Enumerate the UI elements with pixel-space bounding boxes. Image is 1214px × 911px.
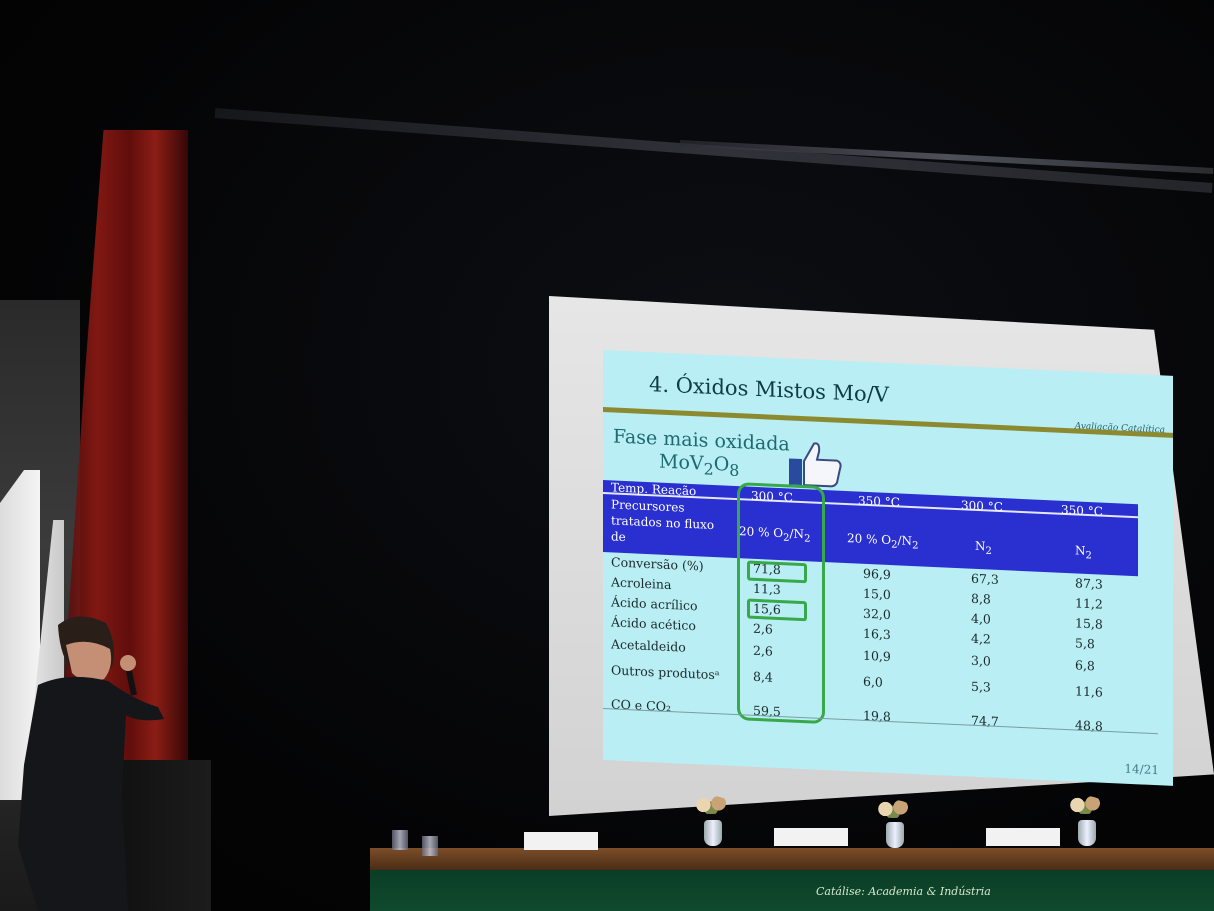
- table-cell: 8,8: [971, 590, 991, 607]
- vase: [886, 822, 904, 848]
- thumbs-up-icon: [789, 442, 842, 488]
- slide-title: 4. Óxidos Mistos Mo/V: [649, 372, 889, 407]
- table-cell: 32,0: [863, 605, 891, 623]
- nameplate: [774, 828, 848, 846]
- highlight-cell: [747, 598, 807, 622]
- table-row-label: Ácido acrílico: [611, 594, 698, 614]
- presentation-slide: 4. Óxidos Mistos Mo/V Avaliação Catalíti…: [603, 350, 1173, 786]
- temp-col-3: 300 °C: [961, 498, 1003, 515]
- table-cell: 16,3: [863, 625, 891, 643]
- highlight-cell: [747, 560, 807, 584]
- table-cell: 6,0: [863, 673, 883, 690]
- formula-subscript: 2: [703, 459, 714, 479]
- atmosphere-col-4: N2: [1075, 543, 1092, 562]
- table-cell: 5,3: [971, 678, 991, 695]
- table-cell: 6,8: [1075, 657, 1095, 674]
- formula-base: MoV: [659, 450, 704, 475]
- flower-arrangement: [1066, 796, 1104, 814]
- presenter: [18, 616, 164, 911]
- nameplate: [986, 828, 1060, 846]
- temp-col-4: 350 °C: [1061, 502, 1103, 519]
- formula-oxygen: O: [713, 453, 730, 476]
- page-number: 14/21: [1124, 761, 1159, 778]
- table-row-label: Conversão (%): [611, 554, 704, 574]
- water-glass: [392, 830, 408, 850]
- atmosphere-col-3: N2: [975, 538, 992, 558]
- table-cell: 87,3: [1075, 575, 1103, 592]
- table-cell: 15,8: [1075, 615, 1103, 632]
- vase: [704, 820, 722, 846]
- table-cell: 11,2: [1075, 595, 1103, 612]
- precursor-label: Precursores tratados no fluxo de: [611, 496, 714, 549]
- table-row-label: Acroleina: [611, 574, 672, 593]
- banner-text: Catálise: Academia & Indústria: [816, 885, 991, 898]
- table-cell: 4,2: [971, 630, 991, 647]
- panel-table-top: [370, 848, 1214, 870]
- formula: MoV2O8: [659, 451, 739, 480]
- table-cell: 67,3: [971, 570, 999, 587]
- flower-arrangement: [692, 796, 730, 814]
- table-row-label: Outros produtosᵃ: [611, 662, 720, 683]
- nameplate: [524, 832, 598, 850]
- table-cell: 5,8: [1075, 635, 1095, 652]
- atmosphere-col-2: 20 % O2/N2: [847, 531, 919, 552]
- table-row-label: Ácido acético: [611, 614, 696, 634]
- table-row-label: Acetaldeido: [611, 636, 686, 655]
- subtitle-line: Fase mais oxidada: [613, 425, 790, 456]
- temp-col-2: 350 °C: [858, 493, 900, 510]
- formula-subscript: 8: [729, 460, 740, 480]
- table-cell: 15,0: [863, 585, 891, 603]
- table-cell: 3,0: [971, 652, 991, 669]
- panel-table-front: [370, 870, 1214, 911]
- water-glass: [422, 836, 438, 856]
- table-cell: 96,9: [863, 565, 891, 583]
- table-cell: 11,6: [1075, 683, 1103, 700]
- table-cell: 10,9: [863, 647, 891, 665]
- vase: [1078, 820, 1096, 846]
- flower-arrangement: [874, 800, 912, 818]
- table-cell: 4,0: [971, 610, 991, 627]
